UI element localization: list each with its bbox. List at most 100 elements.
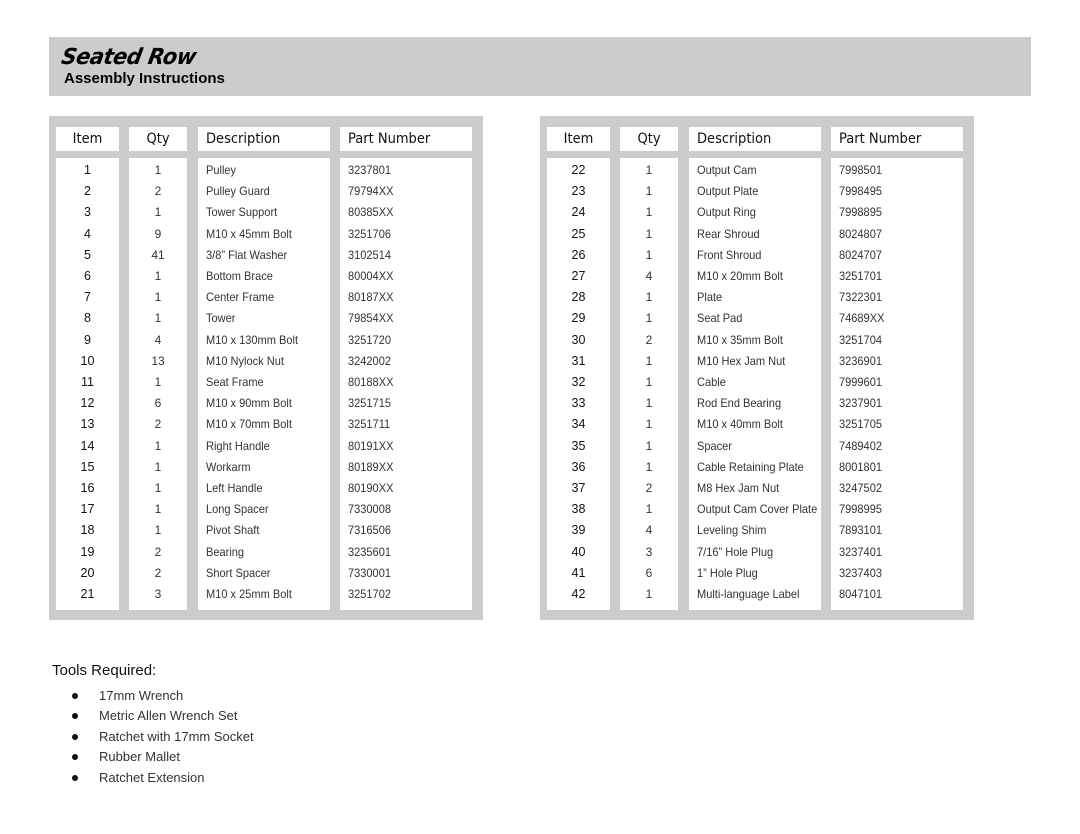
item-number: 1 [84,163,91,177]
part-number: 3251706 [348,226,391,241]
item-number: 40 [571,544,586,559]
quantity: 1 [645,226,653,241]
quantity: 1 [154,459,162,474]
item-number: 39 [571,523,586,538]
quantity: 2 [154,184,162,199]
part-number: 80004XX [348,269,394,283]
quantity: 1 [645,438,653,453]
part-number: 3236901 [839,353,882,368]
quantity: 6 [645,565,653,580]
description: M10 Nylock Nut [206,353,284,368]
quantity: 4 [645,269,653,283]
quantity: 1 [154,502,162,517]
table-row: 39 4 Leveling Shim 7893101 [540,520,974,541]
part-number: 3242002 [348,353,391,368]
description: M10 x 45mm Bolt [206,226,292,241]
item-number: 31 [571,353,586,368]
table-row: 14 1 Right Handle 80191XX [49,436,483,457]
description: 7/16” Hole Plug [697,544,774,559]
description: Tower [206,311,236,326]
item-number: 25 [571,226,586,241]
quantity: 1 [645,184,653,199]
item-number: 16 [80,481,95,495]
part-number: 3251704 [839,332,882,347]
table-row: 8 1 Tower 79854XX [49,308,483,329]
description: Seat Pad [697,311,743,326]
quantity: 1 [645,502,653,517]
item-number: 35 [571,438,586,453]
bullet-icon [72,754,78,761]
table-row: 29 1 Seat Pad 74689XX [540,308,974,329]
table-row: 40 3 7/16” Hole Plug 3237401 [540,542,974,563]
table-row: 26 1 Front Shroud 8024707 [540,245,974,266]
quantity: 1 [645,417,653,432]
description: Pivot Shaft [206,523,260,538]
item-number: 17 [80,502,95,517]
table-row: 13 2 M10 x 70mm Bolt 3251711 [49,414,483,435]
item-number: 9 [84,332,91,347]
table-row: 25 1 Rear Shroud 8024807 [540,224,974,245]
item-number: 24 [571,205,586,220]
part-number: 3251711 [348,417,391,432]
item-number: 3 [84,205,91,220]
quantity: 1 [645,375,653,389]
part-number: 80188XX [348,375,394,389]
quantity: 2 [154,544,162,559]
table-row: 16 1 Left Handle 80190XX [49,478,483,499]
table-row: 7 1 Center Frame 80187XX [49,287,483,308]
tool-label: Metric Allen Wrench Set [99,708,238,724]
item-number: 34 [571,417,586,432]
part-number: 3237403 [839,565,882,580]
item-number: 6 [84,269,91,283]
description: M10 Hex Jam Nut [697,353,786,368]
description: Seat Frame [206,375,264,389]
table-row: 15 1 Workarm 80189XX [49,457,483,478]
tool-item: Metric Allen Wrench Set [70,706,254,726]
item-number: 10 [80,353,95,368]
quantity: 6 [154,396,162,411]
column-header-item: Item [56,127,119,151]
description: Spacer [697,438,732,453]
description: Output Plate [697,184,759,199]
item-number: 19 [80,544,95,559]
part-number: 79854XX [348,311,394,326]
tools-required-heading: Tools Required: [52,662,157,679]
item-number: 36 [571,459,586,474]
table-row: 2 2 Pulley Guard 79794XX [49,181,483,202]
description: M10 x 20mm Bolt [697,269,783,283]
quantity: 1 [154,205,162,220]
item-number: 37 [571,481,586,495]
item-number: 2 [84,184,91,199]
part-number: 3251701 [839,269,882,283]
description: M10 x 90mm Bolt [206,396,292,411]
quantity: 1 [645,290,653,305]
table-row: 4 9 M10 x 45mm Bolt 3251706 [49,224,483,245]
quantity: 1 [154,269,162,283]
description: Left Handle [206,481,263,495]
table-row: 22 1 Output Cam 7998501 [540,160,974,181]
item-number: 21 [80,587,95,601]
quantity: 1 [154,481,162,495]
item-number: 23 [571,184,586,199]
description: M10 x 130mm Bolt [206,332,299,347]
description: Bearing [206,544,245,559]
part-number: 74689XX [839,311,885,326]
table-row: 21 3 M10 x 25mm Bolt 3251702 [49,584,483,605]
bullet-icon [72,774,78,781]
part-number: 3251715 [348,396,391,411]
quantity: 1 [645,205,653,220]
description: M10 x 25mm Bolt [206,587,292,601]
description: M10 x 70mm Bolt [206,417,292,432]
description: Workarm [206,459,251,474]
description: Long Spacer [206,502,269,517]
tools-list: 17mm Wrench Metric Allen Wrench Set Ratc… [70,686,254,788]
table-row: 38 1 Output Cam Cover Plate 7998995 [540,499,974,520]
description: Front Shroud [697,247,762,262]
table-row: 31 1 M10 Hex Jam Nut 3236901 [540,351,974,372]
table-row: 6 1 Bottom Brace 80004XX [49,266,483,287]
part-number: 3237901 [839,396,882,411]
part-number: 7893101 [839,523,882,538]
column-header-description: Description [689,127,821,151]
item-number: 7 [84,290,91,305]
description: Rear Shroud [697,226,760,241]
